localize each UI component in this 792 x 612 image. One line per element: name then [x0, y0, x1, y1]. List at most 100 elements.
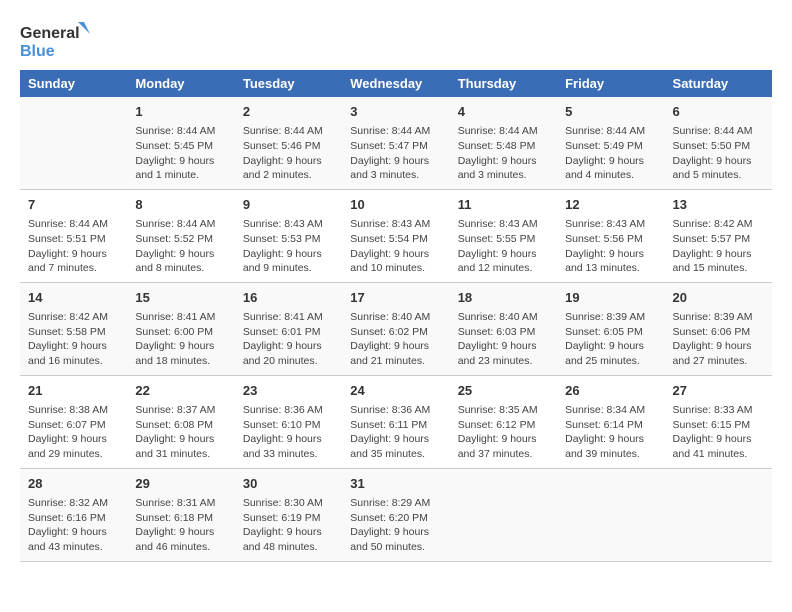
day-info: Sunrise: 8:42 AMSunset: 5:58 PMDaylight:…	[28, 310, 119, 369]
day-cell: 14Sunrise: 8:42 AMSunset: 5:58 PMDayligh…	[20, 282, 127, 375]
day-info: Sunrise: 8:41 AMSunset: 6:01 PMDaylight:…	[243, 310, 334, 369]
day-number: 4	[458, 103, 549, 121]
day-info: Sunrise: 8:42 AMSunset: 5:57 PMDaylight:…	[673, 217, 764, 276]
col-header-friday: Friday	[557, 70, 664, 97]
day-number: 15	[135, 289, 226, 307]
day-cell: 31 Sunrise: 8:29 AMSunset: 6:20 PMDayligh…	[342, 468, 449, 561]
day-cell: 8 Sunrise: 8:44 AMSunset: 5:52 PMDaylight…	[127, 189, 234, 282]
day-number: 19	[565, 289, 656, 307]
day-info: Sunrise: 8:44 AMSunset: 5:52 PMDaylight:…	[135, 217, 226, 276]
day-cell: 29 Sunrise: 8:31 AMSunset: 6:18 PMDayligh…	[127, 468, 234, 561]
day-cell	[20, 97, 127, 189]
day-number: 18	[458, 289, 549, 307]
day-number: 29	[135, 475, 226, 493]
day-info: Sunrise: 8:43 AMSunset: 5:53 PMDaylight:…	[243, 217, 334, 276]
day-cell: 11Sunrise: 8:43 AMSunset: 5:55 PMDayligh…	[450, 189, 557, 282]
day-info: Sunrise: 8:34 AMSunset: 6:14 PMDaylight:…	[565, 403, 656, 462]
day-cell: 18 Sunrise: 8:40 AMSunset: 6:03 PMDayligh…	[450, 282, 557, 375]
day-info: Sunrise: 8:40 AMSunset: 6:02 PMDaylight:…	[350, 310, 441, 369]
day-info: Sunrise: 8:44 AMSunset: 5:47 PMDaylight:…	[350, 124, 441, 183]
day-cell: 25 Sunrise: 8:35 AMSunset: 6:12 PMDayligh…	[450, 375, 557, 468]
header-row: SundayMondayTuesdayWednesdayThursdayFrid…	[20, 70, 772, 97]
day-number: 5	[565, 103, 656, 121]
day-cell: 26 Sunrise: 8:34 AMSunset: 6:14 PMDayligh…	[557, 375, 664, 468]
day-cell: 20 Sunrise: 8:39 AMSunset: 6:06 PMDayligh…	[665, 282, 772, 375]
day-number: 12	[565, 196, 656, 214]
day-cell: 23Sunrise: 8:36 AMSunset: 6:10 PMDayligh…	[235, 375, 342, 468]
day-number: 21	[28, 382, 119, 400]
day-cell: 3 Sunrise: 8:44 AMSunset: 5:47 PMDaylight…	[342, 97, 449, 189]
day-cell: 6 Sunrise: 8:44 AMSunset: 5:50 PMDaylight…	[665, 97, 772, 189]
day-cell: 19Sunrise: 8:39 AMSunset: 6:05 PMDayligh…	[557, 282, 664, 375]
day-cell: 24 Sunrise: 8:36 AMSunset: 6:11 PMDayligh…	[342, 375, 449, 468]
logo: GeneralBlue	[20, 20, 95, 60]
day-number: 11	[458, 196, 549, 214]
day-cell: 16Sunrise: 8:41 AMSunset: 6:01 PMDayligh…	[235, 282, 342, 375]
day-cell: 10 Sunrise: 8:43 AMSunset: 5:54 PMDayligh…	[342, 189, 449, 282]
col-header-tuesday: Tuesday	[235, 70, 342, 97]
day-number: 8	[135, 196, 226, 214]
day-info: Sunrise: 8:44 AMSunset: 5:48 PMDaylight:…	[458, 124, 549, 183]
day-cell: 15 Sunrise: 8:41 AMSunset: 6:00 PMDayligh…	[127, 282, 234, 375]
col-header-wednesday: Wednesday	[342, 70, 449, 97]
day-number: 24	[350, 382, 441, 400]
day-cell	[665, 468, 772, 561]
day-cell: 21 Sunrise: 8:38 AMSunset: 6:07 PMDayligh…	[20, 375, 127, 468]
day-cell: 5 Sunrise: 8:44 AMSunset: 5:49 PMDaylight…	[557, 97, 664, 189]
day-cell: 22Sunrise: 8:37 AMSunset: 6:08 PMDayligh…	[127, 375, 234, 468]
day-cell: 4 Sunrise: 8:44 AMSunset: 5:48 PMDaylight…	[450, 97, 557, 189]
day-number: 31	[350, 475, 441, 493]
day-cell: 30 Sunrise: 8:30 AMSunset: 6:19 PMDayligh…	[235, 468, 342, 561]
day-info: Sunrise: 8:32 AMSunset: 6:16 PMDaylight:…	[28, 496, 119, 555]
day-info: Sunrise: 8:44 AMSunset: 5:46 PMDaylight:…	[243, 124, 334, 183]
day-number: 26	[565, 382, 656, 400]
day-number: 22	[135, 382, 226, 400]
day-cell: 27 Sunrise: 8:33 AMSunset: 6:15 PMDayligh…	[665, 375, 772, 468]
day-cell: 7Sunrise: 8:44 AMSunset: 5:51 PMDaylight…	[20, 189, 127, 282]
day-number: 3	[350, 103, 441, 121]
day-cell: 17 Sunrise: 8:40 AMSunset: 6:02 PMDayligh…	[342, 282, 449, 375]
day-cell	[557, 468, 664, 561]
week-row-1: 7Sunrise: 8:44 AMSunset: 5:51 PMDaylight…	[20, 189, 772, 282]
day-info: Sunrise: 8:38 AMSunset: 6:07 PMDaylight:…	[28, 403, 119, 462]
day-cell	[450, 468, 557, 561]
day-info: Sunrise: 8:30 AMSunset: 6:19 PMDaylight:…	[243, 496, 334, 555]
day-info: Sunrise: 8:43 AMSunset: 5:56 PMDaylight:…	[565, 217, 656, 276]
day-number: 30	[243, 475, 334, 493]
day-number: 17	[350, 289, 441, 307]
day-number: 13	[673, 196, 764, 214]
day-info: Sunrise: 8:29 AMSunset: 6:20 PMDaylight:…	[350, 496, 441, 555]
day-info: Sunrise: 8:44 AMSunset: 5:45 PMDaylight:…	[135, 124, 226, 183]
svg-text:Blue: Blue	[20, 43, 55, 60]
svg-text:General: General	[20, 25, 80, 42]
day-number: 7	[28, 196, 119, 214]
week-row-2: 14Sunrise: 8:42 AMSunset: 5:58 PMDayligh…	[20, 282, 772, 375]
week-row-4: 28 Sunrise: 8:32 AMSunset: 6:16 PMDayligh…	[20, 468, 772, 561]
day-info: Sunrise: 8:40 AMSunset: 6:03 PMDaylight:…	[458, 310, 549, 369]
day-number: 28	[28, 475, 119, 493]
day-info: Sunrise: 8:31 AMSunset: 6:18 PMDaylight:…	[135, 496, 226, 555]
day-info: Sunrise: 8:35 AMSunset: 6:12 PMDaylight:…	[458, 403, 549, 462]
col-header-saturday: Saturday	[665, 70, 772, 97]
day-info: Sunrise: 8:41 AMSunset: 6:00 PMDaylight:…	[135, 310, 226, 369]
day-info: Sunrise: 8:43 AMSunset: 5:54 PMDaylight:…	[350, 217, 441, 276]
day-cell: 28 Sunrise: 8:32 AMSunset: 6:16 PMDayligh…	[20, 468, 127, 561]
day-cell: 2 Sunrise: 8:44 AMSunset: 5:46 PMDaylight…	[235, 97, 342, 189]
day-info: Sunrise: 8:33 AMSunset: 6:15 PMDaylight:…	[673, 403, 764, 462]
day-info: Sunrise: 8:44 AMSunset: 5:49 PMDaylight:…	[565, 124, 656, 183]
day-number: 20	[673, 289, 764, 307]
day-number: 10	[350, 196, 441, 214]
day-info: Sunrise: 8:36 AMSunset: 6:11 PMDaylight:…	[350, 403, 441, 462]
day-number: 2	[243, 103, 334, 121]
day-info: Sunrise: 8:36 AMSunset: 6:10 PMDaylight:…	[243, 403, 334, 462]
day-info: Sunrise: 8:39 AMSunset: 6:06 PMDaylight:…	[673, 310, 764, 369]
col-header-monday: Monday	[127, 70, 234, 97]
week-row-0: 1 Sunrise: 8:44 AMSunset: 5:45 PMDaylight…	[20, 97, 772, 189]
header: GeneralBlue	[20, 20, 772, 60]
day-info: Sunrise: 8:44 AMSunset: 5:50 PMDaylight:…	[673, 124, 764, 183]
day-cell: 13 Sunrise: 8:42 AMSunset: 5:57 PMDayligh…	[665, 189, 772, 282]
day-number: 25	[458, 382, 549, 400]
day-number: 27	[673, 382, 764, 400]
day-number: 6	[673, 103, 764, 121]
day-number: 1	[135, 103, 226, 121]
